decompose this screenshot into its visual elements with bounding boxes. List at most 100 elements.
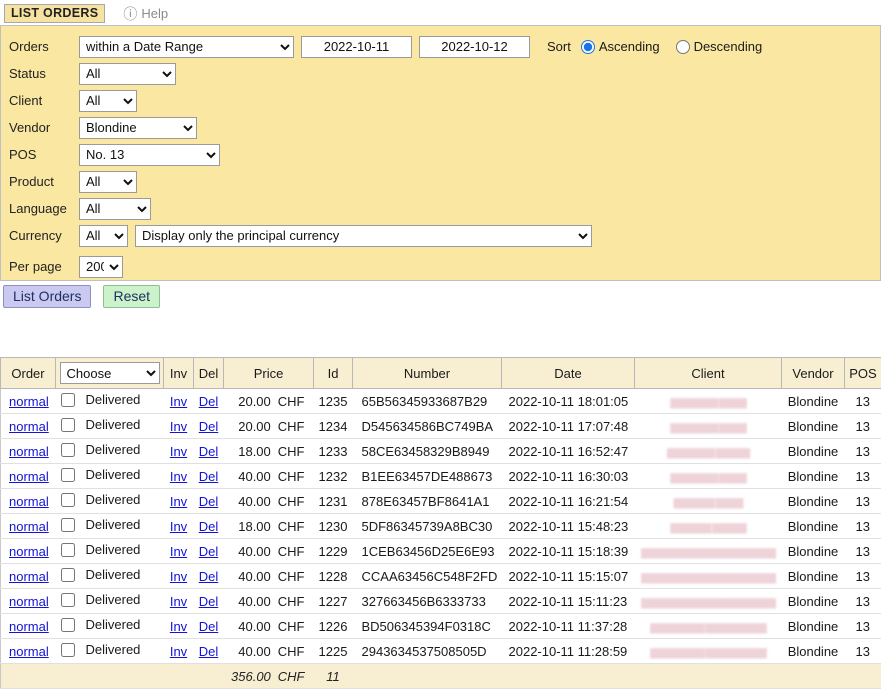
client-select[interactable]: All bbox=[79, 90, 137, 112]
delivery-link[interactable]: Del bbox=[199, 394, 219, 409]
list-orders-button[interactable]: List Orders bbox=[3, 285, 91, 308]
client-cell: ▇▇▇▇▇▇▇ ▇▇▇▇▇ bbox=[635, 439, 782, 464]
delivery-link[interactable]: Del bbox=[199, 544, 219, 559]
row-checkbox[interactable] bbox=[61, 593, 75, 607]
client-link[interactable]: ▇▇▇▇▇▇▇▇▇▇▇▇▇▇▇▇▇▇▇▇ bbox=[641, 573, 775, 584]
delivery-link[interactable]: Del bbox=[199, 419, 219, 434]
table-row: normal Delivered Inv Del 18.00CHF 1233 5… bbox=[1, 439, 881, 464]
header-choose: Choose bbox=[56, 358, 164, 389]
order-type-link[interactable]: normal bbox=[9, 644, 49, 659]
date-from-input[interactable] bbox=[301, 36, 412, 58]
order-type-link[interactable]: normal bbox=[9, 619, 49, 634]
status-select[interactable]: All bbox=[79, 63, 176, 85]
invoice-link[interactable]: Inv bbox=[170, 544, 187, 559]
row-checkbox[interactable] bbox=[61, 418, 75, 432]
invoice-cell: Inv bbox=[164, 564, 194, 589]
date-cell: 2022-10-11 16:21:54 bbox=[502, 489, 635, 514]
delivery-link[interactable]: Del bbox=[199, 569, 219, 584]
client-link[interactable]: ▇▇▇▇▇▇▇ ▇▇▇▇ bbox=[670, 473, 745, 484]
invoice-link[interactable]: Inv bbox=[170, 619, 187, 634]
client-link[interactable]: ▇▇▇▇▇▇▇ ▇▇▇▇▇ bbox=[667, 448, 749, 459]
invoice-link[interactable]: Inv bbox=[170, 644, 187, 659]
row-checkbox[interactable] bbox=[61, 618, 75, 632]
invoice-link[interactable]: Inv bbox=[170, 594, 187, 609]
reset-button[interactable]: Reset bbox=[103, 285, 160, 308]
help-label: Help bbox=[141, 6, 168, 21]
orders-range-select[interactable]: within a Date Range bbox=[79, 36, 294, 58]
invoice-link[interactable]: Inv bbox=[170, 519, 187, 534]
row-checkbox[interactable] bbox=[61, 543, 75, 557]
pos-label: POS bbox=[9, 147, 79, 162]
status-label: Delivered bbox=[86, 517, 141, 532]
list-orders-tab[interactable]: LIST ORDERS bbox=[4, 4, 105, 23]
date-cell: 2022-10-11 16:30:03 bbox=[502, 464, 635, 489]
order-type-link[interactable]: normal bbox=[9, 569, 49, 584]
language-select[interactable]: All bbox=[79, 198, 151, 220]
date-to-input[interactable] bbox=[419, 36, 530, 58]
client-link[interactable]: ▇▇▇▇▇▇ ▇▇▇▇▇ bbox=[670, 523, 745, 534]
sort-ascending-radio[interactable] bbox=[581, 40, 595, 54]
delivery-link[interactable]: Del bbox=[199, 644, 219, 659]
invoice-link[interactable]: Inv bbox=[170, 419, 187, 434]
client-link[interactable]: ▇▇▇▇▇▇▇▇▇▇▇▇▇▇▇▇▇▇▇▇ bbox=[641, 598, 775, 609]
order-type-link[interactable]: normal bbox=[9, 544, 49, 559]
delivery-link[interactable]: Del bbox=[199, 619, 219, 634]
order-type-link[interactable]: normal bbox=[9, 519, 49, 534]
delivery-cell: Del bbox=[194, 464, 224, 489]
number-cell: B1EE63457DE488673 bbox=[353, 464, 502, 489]
order-type-link[interactable]: normal bbox=[9, 419, 49, 434]
client-cell: ▇▇▇▇▇▇ ▇▇▇▇▇ bbox=[635, 514, 782, 539]
order-type-link[interactable]: normal bbox=[9, 394, 49, 409]
invoice-link[interactable]: Inv bbox=[170, 494, 187, 509]
vendor-select[interactable]: Blondine bbox=[79, 117, 197, 139]
row-checkbox[interactable] bbox=[61, 518, 75, 532]
row-checkbox[interactable] bbox=[61, 643, 75, 657]
client-link[interactable]: ▇▇▇▇▇▇ ▇▇▇▇ bbox=[674, 498, 743, 509]
currency-display-select[interactable]: Display only the principal currency bbox=[135, 225, 592, 247]
price-amount: 40.00 bbox=[238, 569, 271, 584]
order-type-link[interactable]: normal bbox=[9, 444, 49, 459]
order-type-link[interactable]: normal bbox=[9, 469, 49, 484]
sort-descending-radio[interactable] bbox=[676, 40, 690, 54]
row-checkbox[interactable] bbox=[61, 443, 75, 457]
order-type-link[interactable]: normal bbox=[9, 594, 49, 609]
client-link[interactable]: ▇▇▇▇▇▇▇▇ ▇▇▇▇▇▇▇▇▇ bbox=[650, 623, 766, 634]
order-type-link[interactable]: normal bbox=[9, 494, 49, 509]
client-link[interactable]: ▇▇▇▇▇▇▇ ▇▇▇▇ bbox=[670, 423, 745, 434]
client-label: Client bbox=[9, 93, 79, 108]
invoice-link[interactable]: Inv bbox=[170, 569, 187, 584]
table-row: normal Delivered Inv Del 40.00CHF 1227 3… bbox=[1, 589, 881, 614]
delivery-link[interactable]: Del bbox=[199, 494, 219, 509]
row-checkbox[interactable] bbox=[61, 393, 75, 407]
sort-descending-option[interactable]: Descending bbox=[676, 39, 763, 54]
client-link[interactable]: ▇▇▇▇▇▇▇ ▇▇▇▇ bbox=[670, 398, 745, 409]
delivery-link[interactable]: Del bbox=[199, 444, 219, 459]
per-page-select[interactable]: 200 bbox=[79, 256, 123, 278]
date-cell: 2022-10-11 18:01:05 bbox=[502, 389, 635, 414]
row-checkbox[interactable] bbox=[61, 468, 75, 482]
product-select[interactable]: All bbox=[79, 171, 137, 193]
help-link[interactable]: ⓘ Help bbox=[123, 6, 168, 21]
row-checkbox[interactable] bbox=[61, 493, 75, 507]
number-cell: D545634586BC749BA bbox=[353, 414, 502, 439]
sort-ascending-label: Ascending bbox=[599, 39, 660, 54]
price-currency: CHF bbox=[278, 569, 305, 584]
client-link[interactable]: ▇▇▇▇▇▇▇▇▇▇▇▇▇▇▇▇▇▇▇▇ bbox=[641, 548, 775, 559]
invoice-link[interactable]: Inv bbox=[170, 394, 187, 409]
choose-action-select[interactable]: Choose bbox=[60, 362, 160, 384]
invoice-link[interactable]: Inv bbox=[170, 444, 187, 459]
number-cell: 327663456B6333733 bbox=[353, 589, 502, 614]
invoice-link[interactable]: Inv bbox=[170, 469, 187, 484]
delivery-link[interactable]: Del bbox=[199, 469, 219, 484]
client-link[interactable]: ▇▇▇▇▇▇▇▇ ▇▇▇▇▇▇▇▇▇ bbox=[650, 648, 766, 659]
invoice-cell: Inv bbox=[164, 639, 194, 664]
row-checkbox[interactable] bbox=[61, 568, 75, 582]
delivery-cell: Del bbox=[194, 564, 224, 589]
pos-select[interactable]: No. 13 bbox=[79, 144, 220, 166]
sort-ascending-option[interactable]: Ascending bbox=[581, 39, 660, 54]
delivery-link[interactable]: Del bbox=[199, 519, 219, 534]
delivery-link[interactable]: Del bbox=[199, 594, 219, 609]
number-cell: CCAA63456C548F2FD bbox=[353, 564, 502, 589]
currency-select[interactable]: All bbox=[79, 225, 128, 247]
invoice-cell: Inv bbox=[164, 589, 194, 614]
